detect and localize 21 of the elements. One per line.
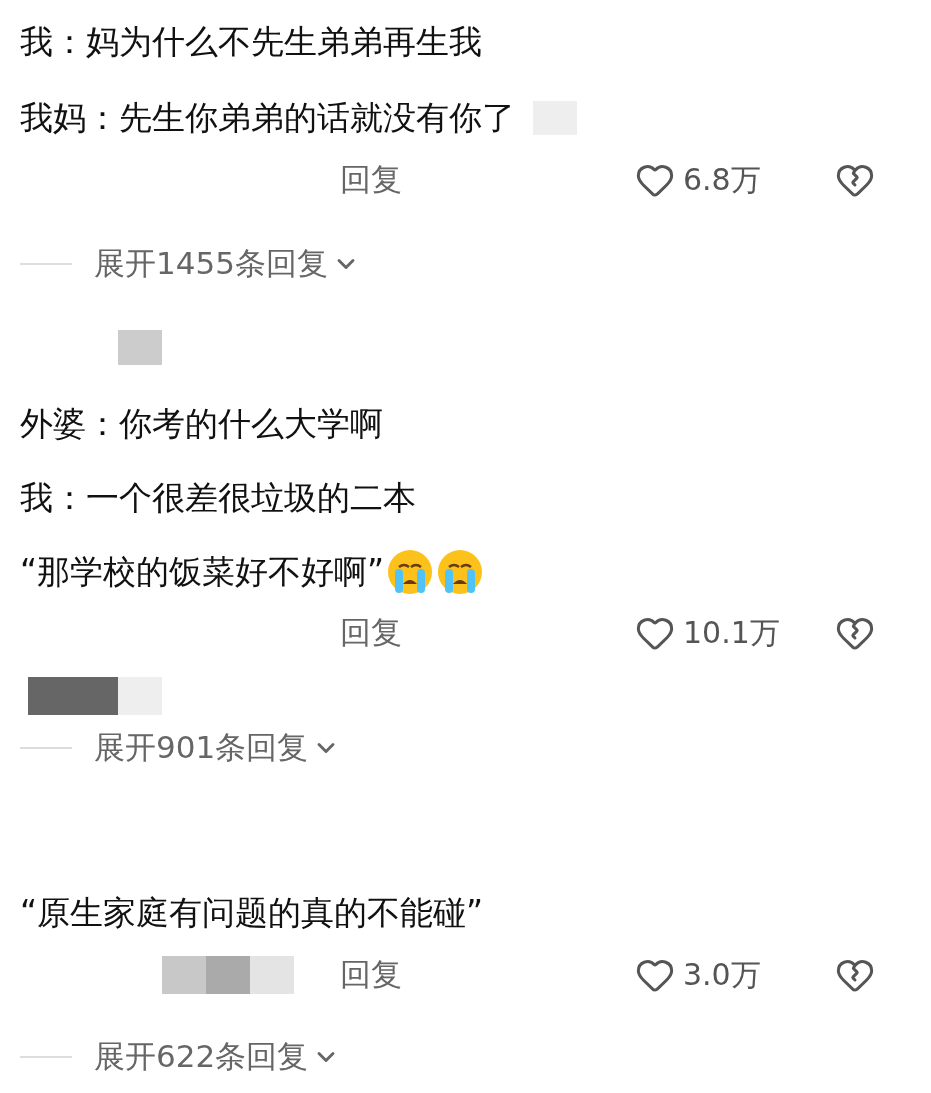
expand-replies-link[interactable]: 展开1455条回复 [94, 243, 360, 285]
reply-link[interactable]: 回复 [340, 159, 402, 201]
crying-face-icon [436, 548, 485, 596]
like-count: 10.1万 [683, 613, 780, 652]
reply-link[interactable]: 回复 [340, 612, 402, 654]
redaction-block [206, 956, 250, 994]
redaction-block [162, 956, 206, 994]
comment-text: 我：一个很差很垃圾的二本 [20, 476, 416, 519]
redaction-block [118, 330, 162, 365]
reply-link[interactable]: 回复 [340, 954, 402, 996]
comment-text: “那学校的饭菜好不好啊” [20, 550, 385, 593]
like-count: 6.8万 [683, 160, 761, 199]
comment-text: 外婆：你考的什么大学啊 [20, 402, 383, 445]
expand-replies-link[interactable]: 展开622条回复 [94, 1036, 341, 1078]
expand-replies-link[interactable]: 展开901条回复 [94, 727, 341, 769]
redaction-block [250, 956, 294, 994]
comment-text: “原生家庭有问题的真的不能碰” [20, 891, 484, 934]
comment-text: 我：妈为什么不先生弟弟再生我 [20, 20, 482, 63]
comment-text: 我妈：先生你弟弟的话就没有你了 [20, 96, 515, 139]
crying-face-icon [386, 548, 435, 596]
like-count: 3.0万 [683, 955, 761, 994]
